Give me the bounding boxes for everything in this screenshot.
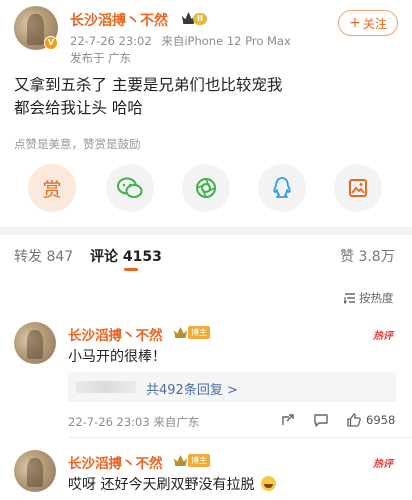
laughing-emoji-icon	[260, 476, 276, 491]
comment-actions: 6958	[0, 412, 412, 430]
reply-summary[interactable]: 共492条回复 >	[68, 372, 396, 402]
section-divider	[0, 227, 412, 235]
reply-preview-blur	[76, 381, 136, 393]
reward-button[interactable]: 赏	[28, 164, 76, 212]
save-image-icon	[349, 179, 367, 197]
hot-comment-tag: 热评	[373, 331, 393, 342]
sort-button[interactable]: 按热度	[344, 290, 394, 306]
qq-icon	[273, 177, 291, 198]
thumbs-up-icon[interactable]	[346, 412, 362, 428]
crown-icon	[174, 455, 187, 466]
post-timestamp: 22-7-26 23:02	[70, 34, 152, 48]
share-image-button[interactable]	[334, 164, 382, 212]
blogger-badge: 博主	[188, 454, 210, 467]
tab-likes[interactable]: 赞 3.8万	[340, 246, 395, 266]
share-wechat-button[interactable]	[106, 164, 154, 212]
crown-icon	[174, 327, 187, 338]
follow-button[interactable]: + 关注	[338, 10, 398, 36]
post-text: 又拿到五杀了 主要是兄弟们也比较宠我 都会给我让头 哈哈	[14, 74, 394, 120]
post-time-source: 22-7-26 23:02 来自iPhone 12 Pro Max	[70, 33, 291, 49]
plus-icon: +	[349, 15, 361, 31]
author-name[interactable]: 长沙滔搏丶不然	[70, 10, 168, 30]
active-tab-indicator	[124, 268, 138, 271]
commenter-name[interactable]: 长沙滔搏丶不然	[68, 324, 163, 344]
comment-icon[interactable]	[313, 412, 329, 428]
reply-count-link[interactable]: 共492条回复 >	[146, 379, 238, 398]
wechat-icon	[117, 177, 143, 198]
post-text-line: 又拿到五杀了 主要是兄弟们也比较宠我	[14, 76, 283, 94]
reward-label: 赏	[42, 178, 62, 201]
comment-separator	[68, 437, 412, 438]
blogger-badge: 博主	[188, 326, 210, 339]
post-location: 发布于 广东	[70, 51, 132, 65]
share-icon[interactable]	[280, 412, 296, 428]
share-row: 赏	[0, 164, 412, 216]
follow-label: 关注	[362, 16, 387, 31]
share-qq-button[interactable]	[258, 164, 306, 212]
member-level-icon: II	[182, 11, 212, 26]
comment-text: 哎呀 还好今天刷双野没有拉脱	[68, 474, 276, 494]
post-text-line: 都会给我让头 哈哈	[14, 99, 143, 117]
comment-text: 小马开的很棒！	[68, 349, 166, 365]
interaction-tabs: 转发 847 评论 4153 赞 3.8万	[0, 246, 412, 272]
post-source: 来自iPhone 12 Pro Max	[161, 34, 291, 48]
sort-icon	[344, 292, 355, 304]
reward-hint: 点赞是美意，赞赏是鼓励	[14, 137, 141, 151]
commenter-name[interactable]: 长沙滔搏丶不然	[68, 452, 163, 472]
hot-comment-tag: 热评	[373, 459, 393, 470]
like-count: 6958	[366, 413, 396, 427]
share-moments-button[interactable]	[182, 164, 230, 212]
member-level-label: II	[193, 13, 207, 25]
comment-text-content: 哎呀 还好今天刷双野没有拉脱	[68, 477, 255, 493]
moments-icon	[196, 178, 216, 198]
commenter-avatar[interactable]	[14, 322, 56, 364]
tab-repost[interactable]: 转发 847	[14, 246, 73, 266]
tab-comments[interactable]: 评论 4153	[90, 246, 162, 266]
verified-badge-icon: V	[44, 36, 58, 50]
commenter-avatar[interactable]	[14, 450, 56, 492]
sort-label: 按热度	[359, 291, 394, 305]
